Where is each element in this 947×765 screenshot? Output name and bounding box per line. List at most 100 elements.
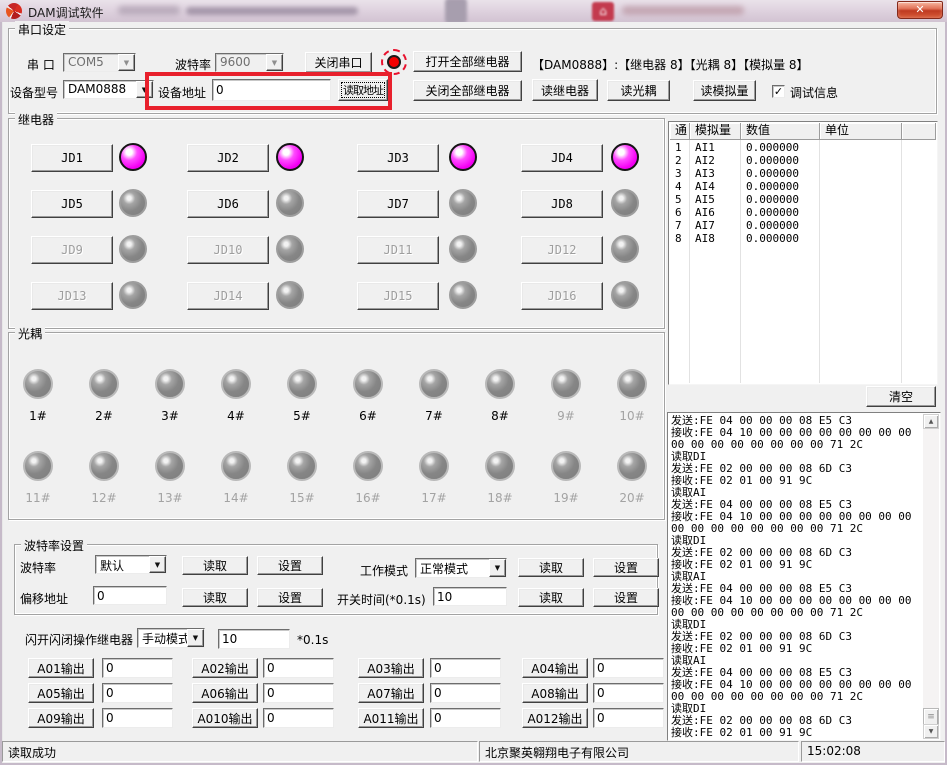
table-row[interactable]: 5AI50.000000	[670, 193, 902, 206]
output-button-a04[interactable]: A04输出	[522, 658, 588, 678]
work-mode-read-button[interactable]: 读取	[518, 558, 584, 577]
log-scrollbar[interactable]: ▲ ≡ ▼	[923, 414, 939, 739]
output-button-a010[interactable]: A010输出	[192, 708, 258, 728]
serial-status-led	[387, 55, 401, 69]
output-button-a06[interactable]: A06输出	[192, 683, 258, 703]
table-row[interactable]: 8AI80.000000	[670, 232, 902, 245]
relay-led-13-off	[119, 281, 147, 309]
work-mode-set-button[interactable]: 设置	[593, 558, 659, 577]
output-button-a012[interactable]: A012输出	[522, 708, 588, 728]
relay-button-jd16: JD16	[521, 282, 603, 310]
comm-log[interactable]: 发送:FE 04 00 00 00 08 E5 C3 接收:FE 04 10 0…	[667, 412, 941, 741]
titlebar-blur-text-2	[622, 6, 744, 15]
opto-label-6: 6#	[346, 409, 390, 423]
table-cell: 0.000000	[741, 219, 820, 232]
debug-info-checkbox[interactable]: ✓	[772, 85, 785, 98]
read-relay-button[interactable]: 读继电器	[532, 79, 598, 101]
output-button-a01[interactable]: A01输出	[28, 658, 94, 678]
switch-time-read-button[interactable]: 读取	[518, 588, 584, 607]
output-value-input-9[interactable]	[102, 708, 173, 728]
offset-set-button[interactable]: 设置	[257, 588, 323, 607]
baud-read-button[interactable]: 读取	[182, 556, 248, 575]
switch-time-set-button[interactable]: 设置	[593, 588, 659, 607]
flash-mode-select[interactable]: 手动模式 ▼	[137, 628, 205, 648]
read-opto-button[interactable]: 读光耦	[607, 80, 670, 101]
output-value-input-10[interactable]	[263, 708, 334, 728]
status-company: 北京聚英翱翔电子有限公司	[479, 741, 799, 762]
chevron-down-icon[interactable]: ▼	[489, 559, 506, 577]
close-all-relays-button[interactable]: 关闭全部继电器	[413, 80, 522, 101]
clear-log-button[interactable]: 清空	[866, 386, 936, 407]
flash-time-input[interactable]	[218, 629, 290, 649]
table-row[interactable]: 1AI10.000000	[670, 141, 902, 154]
relay-led-11-off	[449, 235, 477, 263]
close-button[interactable]: ✕	[897, 1, 943, 19]
opto-led-13	[155, 451, 185, 481]
relay-button-jd1[interactable]: JD1	[31, 144, 113, 172]
output-value-input-1[interactable]	[102, 658, 173, 678]
device-address-input[interactable]	[212, 79, 331, 101]
titlebar[interactable]: ⌂ DAM调试软件 ✕	[0, 0, 947, 22]
relay-button-jd2[interactable]: JD2	[187, 144, 269, 172]
chevron-down-icon[interactable]: ▼	[136, 81, 153, 98]
table-cell: 8	[670, 232, 690, 245]
table-cell: AI8	[690, 232, 741, 245]
table-row[interactable]: 3AI30.000000	[670, 167, 902, 180]
output-button-a09[interactable]: A09输出	[28, 708, 94, 728]
opto-led-7	[419, 369, 449, 399]
output-value-input-6[interactable]	[263, 683, 334, 703]
offset-read-button[interactable]: 读取	[182, 588, 248, 607]
baud-setting-select[interactable]: 默认 ▼	[95, 555, 167, 574]
table-header-3[interactable]: 数值	[741, 123, 820, 140]
scroll-down-icon[interactable]: ▼	[923, 724, 939, 739]
background-house-icon: ⌂	[592, 2, 614, 21]
baud-set-button[interactable]: 设置	[257, 556, 323, 575]
output-button-a03[interactable]: A03输出	[358, 658, 424, 678]
scroll-up-icon[interactable]: ▲	[923, 414, 939, 429]
relay-button-jd3[interactable]: JD3	[357, 144, 439, 172]
output-button-a02[interactable]: A02输出	[192, 658, 258, 678]
table-header-1[interactable]: 通	[670, 123, 690, 140]
relay-button-jd7[interactable]: JD7	[357, 190, 439, 218]
output-value-input-8[interactable]	[593, 683, 664, 703]
opto-label-13: 13#	[148, 491, 192, 505]
close-serial-button[interactable]: 关闭串口	[305, 52, 372, 73]
relay-button-jd8[interactable]: JD8	[521, 190, 603, 218]
output-button-a07[interactable]: A07输出	[358, 683, 424, 703]
relay-button-jd4[interactable]: JD4	[521, 144, 603, 172]
work-mode-select[interactable]: 正常模式 ▼	[415, 558, 507, 578]
offset-address-input[interactable]	[93, 586, 167, 605]
table-header-4[interactable]: 单位	[820, 123, 902, 140]
device-model-select[interactable]: DAM0888 ▼	[63, 80, 154, 99]
table-header-2[interactable]: 模拟量	[690, 123, 741, 140]
output-value-input-11[interactable]	[430, 708, 501, 728]
relay-button-jd6[interactable]: JD6	[187, 190, 269, 218]
output-value-input-5[interactable]	[102, 683, 173, 703]
table-row[interactable]: 6AI60.000000	[670, 206, 902, 219]
table-row[interactable]: 2AI20.000000	[670, 154, 902, 167]
output-value-input-7[interactable]	[430, 683, 501, 703]
read-address-button[interactable]: 读取地址	[338, 79, 388, 101]
switch-time-input[interactable]	[433, 587, 507, 606]
open-all-relays-button[interactable]: 打开全部继电器	[413, 51, 522, 72]
opto-led-1	[23, 369, 53, 399]
output-value-input-3[interactable]	[430, 658, 501, 678]
output-button-a08[interactable]: A08输出	[522, 683, 588, 703]
table-row[interactable]: 4AI40.000000	[670, 180, 902, 193]
opto-label-19: 19#	[544, 491, 588, 505]
opto-led-4	[221, 369, 251, 399]
table-row[interactable]: 7AI70.000000	[670, 219, 902, 232]
table-cell: AI7	[690, 219, 741, 232]
opto-led-15	[287, 451, 317, 481]
output-button-a011[interactable]: A011输出	[358, 708, 424, 728]
output-value-input-12[interactable]	[593, 708, 664, 728]
relay-button-jd5[interactable]: JD5	[31, 190, 113, 218]
output-value-input-4[interactable]	[593, 658, 664, 678]
output-value-input-2[interactable]	[263, 658, 334, 678]
relay-led-4-on	[611, 143, 639, 171]
read-analog-button[interactable]: 读模拟量	[693, 80, 756, 101]
chevron-down-icon[interactable]: ▼	[149, 556, 166, 573]
output-button-a05[interactable]: A05输出	[28, 683, 94, 703]
opto-label-7: 7#	[412, 409, 456, 423]
chevron-down-icon[interactable]: ▼	[187, 629, 204, 647]
